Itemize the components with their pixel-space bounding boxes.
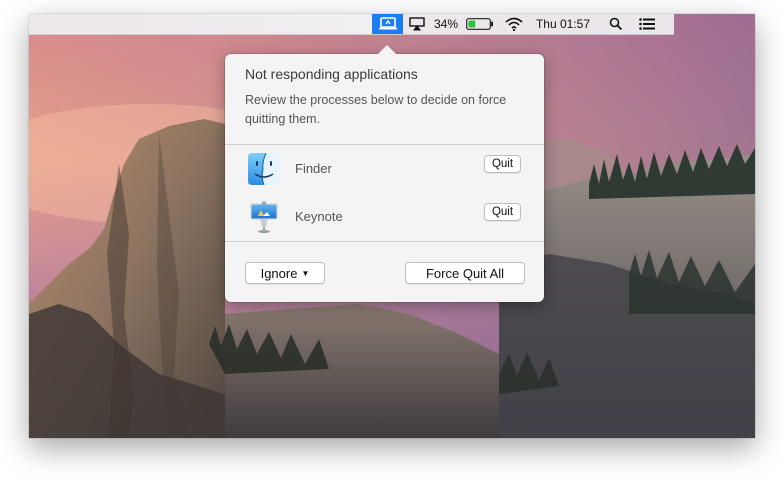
app-row-finder: Finder Quit xyxy=(225,146,544,192)
spotlight-search-icon[interactable] xyxy=(606,14,626,34)
force-quit-all-button[interactable]: Force Quit All xyxy=(405,262,525,284)
app-name: Keynote xyxy=(295,209,343,224)
popover-title: Not responding applications xyxy=(245,66,418,82)
notification-center-icon[interactable] xyxy=(636,14,658,34)
ignore-label: Ignore xyxy=(260,265,298,281)
app-monitor-icon[interactable] xyxy=(372,14,403,34)
keynote-icon xyxy=(250,201,278,234)
not-responding-popover: Not responding applications Review the p… xyxy=(225,45,544,302)
divider xyxy=(225,241,544,242)
airplay-icon[interactable] xyxy=(406,14,428,34)
battery-percent: 34% xyxy=(433,17,459,31)
quit-keynote-button[interactable]: Quit xyxy=(484,203,521,221)
app-row-keynote: Keynote Quit xyxy=(225,194,544,240)
finder-icon xyxy=(248,152,280,186)
popover-description: Review the processes below to decide on … xyxy=(245,93,507,126)
quit-finder-button[interactable]: Quit xyxy=(484,155,521,173)
battery-icon[interactable] xyxy=(465,14,495,34)
menu-clock[interactable]: Thu 01:57 xyxy=(531,14,595,34)
divider xyxy=(225,144,544,145)
caret-down-icon: ▼ xyxy=(301,268,310,278)
popover-arrow xyxy=(378,45,396,54)
menu-bar: 34% Thu 01:57 xyxy=(29,14,674,35)
app-name: Finder xyxy=(295,161,332,176)
ignore-dropdown-button[interactable]: Ignore ▼ xyxy=(245,262,325,284)
wifi-icon[interactable] xyxy=(503,14,525,34)
desktop-window: 34% Thu 01:57 Not responding application… xyxy=(29,14,755,438)
battery-level-fill xyxy=(468,20,476,28)
